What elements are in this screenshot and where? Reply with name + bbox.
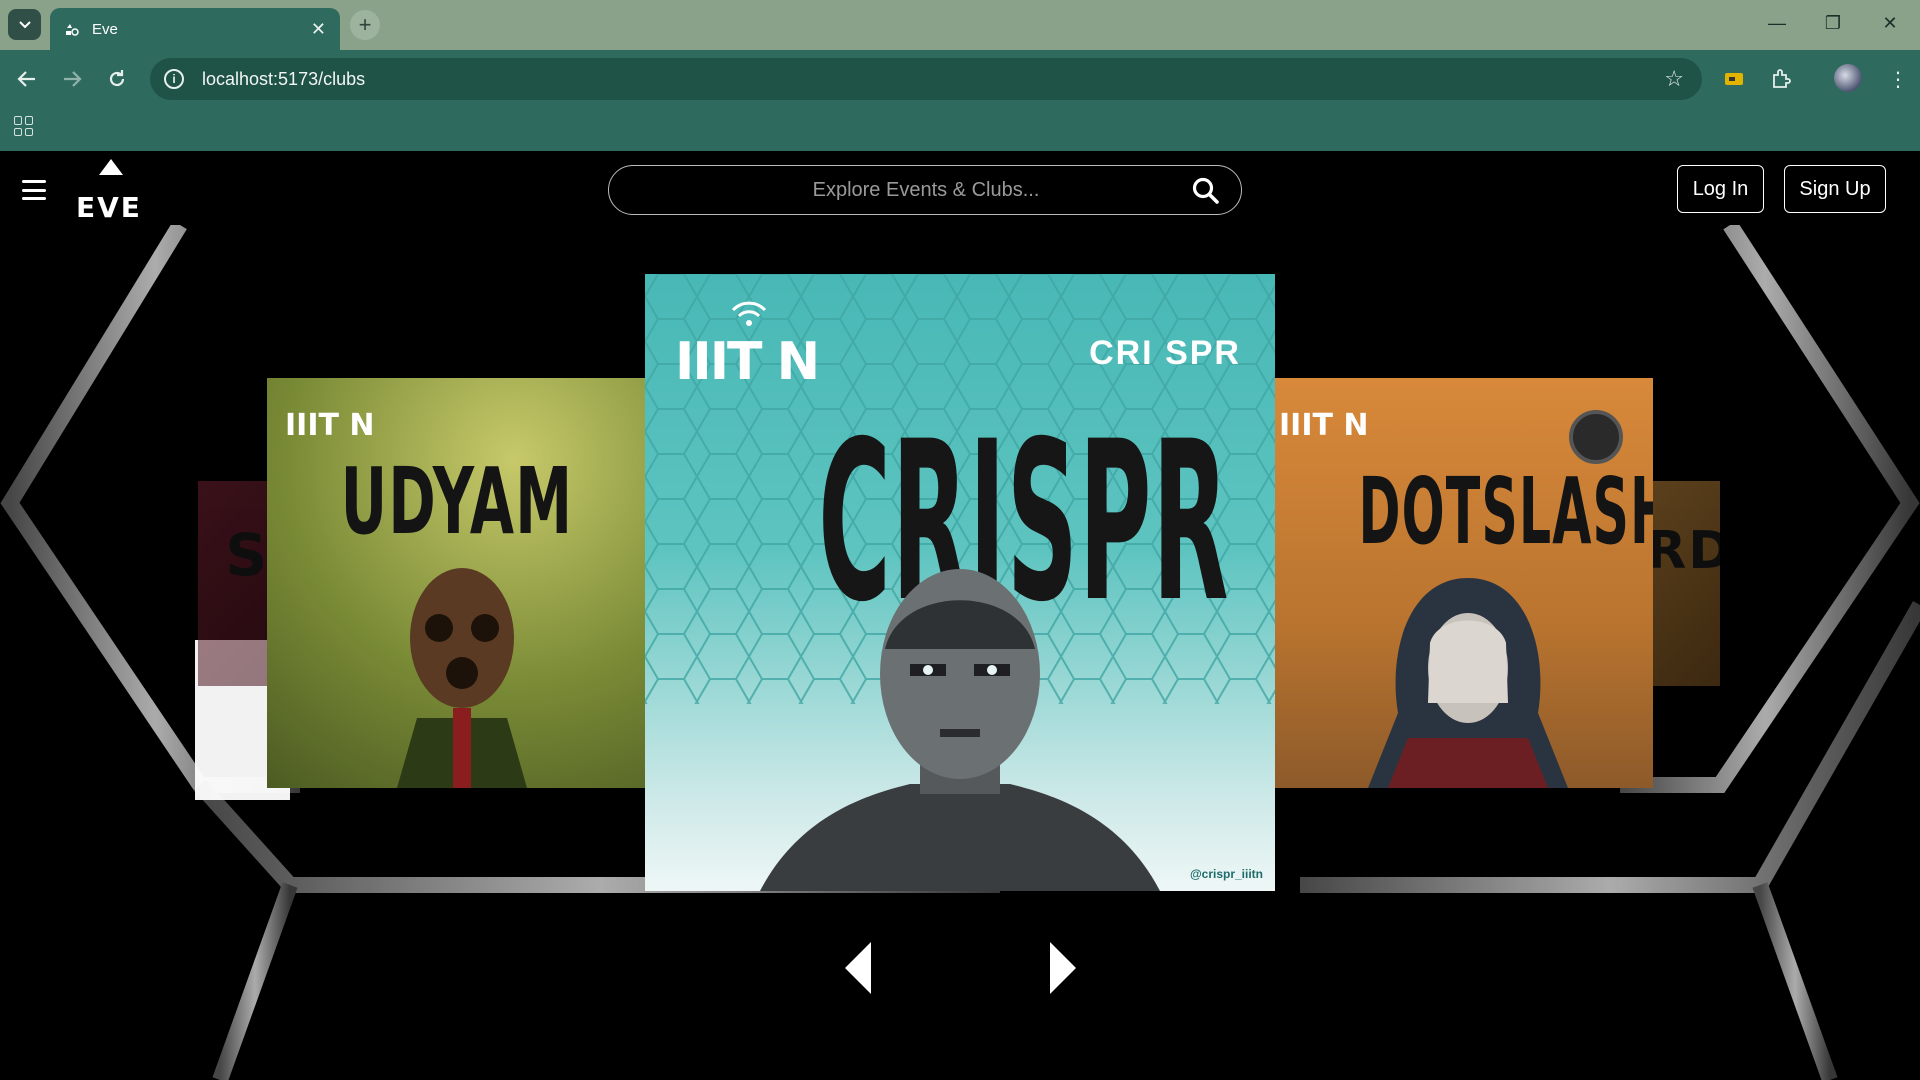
bookmark-star-icon[interactable]: ☆ [1664, 66, 1684, 92]
chevron-down-icon [18, 20, 31, 28]
masked-figure-image [397, 568, 527, 788]
close-window-button[interactable]: ✕ [1870, 8, 1910, 38]
arrow-left-icon [17, 71, 35, 87]
browser-menu-icon[interactable]: ⋮ [1882, 63, 1914, 95]
browser-tab[interactable]: Eve ✕ [50, 8, 340, 50]
tab-search-button[interactable] [8, 9, 41, 40]
reload-icon [109, 70, 125, 87]
search-icon[interactable] [1191, 176, 1219, 204]
college-logo: IIIT N [675, 332, 820, 392]
logo-triangle-icon [99, 159, 123, 175]
cyborg-figure-image [760, 569, 1160, 891]
wifi-icon [731, 301, 767, 326]
club-card-title: DOTSLASH [1358, 458, 1654, 565]
signup-button[interactable]: Sign Up [1784, 165, 1886, 213]
address-bar[interactable]: i localhost:5173/clubs ☆ [150, 58, 1702, 100]
profile-avatar[interactable] [1834, 64, 1862, 92]
college-logo: IIIT N [1279, 408, 1369, 443]
college-logo: IIIT N [285, 408, 375, 443]
crispr-badge: CRI SPR [1089, 334, 1241, 372]
favicon-icon [64, 22, 82, 36]
browser-tabstrip: Eve ✕ + — ❐ ✕ [0, 0, 1920, 50]
bookmarks-bar [0, 108, 1920, 151]
reload-button[interactable] [102, 64, 132, 94]
search-placeholder: Explore Events & Clubs... [812, 178, 1040, 201]
site-info-icon[interactable]: i [164, 69, 184, 89]
hamburger-menu-icon[interactable] [22, 180, 46, 200]
eve-logo[interactable]: EVE [76, 159, 146, 224]
hooded-figure-image [1368, 578, 1568, 788]
club-card-udyam[interactable]: IIIT N UDYAM [267, 378, 647, 788]
search-bar[interactable]: Explore Events & Clubs... [608, 165, 1242, 215]
apps-grid-icon[interactable] [14, 116, 34, 136]
url-text: localhost:5173/clubs [202, 68, 366, 89]
carousel-prev-button[interactable] [845, 942, 871, 994]
arrow-right-icon [64, 71, 82, 87]
browser-toolbar: i localhost:5173/clubs ☆ ⋮ [0, 50, 1920, 108]
extension-key-icon[interactable] [1718, 63, 1750, 95]
back-button[interactable] [12, 64, 42, 94]
restore-button[interactable]: ❐ [1813, 8, 1853, 38]
tab-title: Eve [92, 20, 118, 38]
minimize-button[interactable]: — [1757, 8, 1797, 38]
logo-text: EVE [76, 191, 142, 224]
new-tab-button[interactable]: + [350, 10, 380, 40]
club-card-dotslash[interactable]: IIIT N DOTSLASH [1273, 378, 1653, 788]
forward-button[interactable] [57, 64, 87, 94]
club-card-crispr[interactable]: IIIT N CRI SPR CRISPR @crispr_iiitn [645, 274, 1275, 891]
club-instagram-handle: @crispr_iiitn [1189, 867, 1263, 881]
carousel-next-button[interactable] [1050, 942, 1076, 994]
eve-site: EVE Explore Events & Clubs... Log In Sig… [0, 151, 1920, 1080]
dotslash-badge-icon [1569, 410, 1623, 464]
login-button[interactable]: Log In [1677, 165, 1764, 213]
tab-close-icon[interactable]: ✕ [311, 19, 326, 40]
extensions-puzzle-icon[interactable] [1765, 63, 1797, 95]
club-card-title: UDYAM [340, 448, 574, 555]
